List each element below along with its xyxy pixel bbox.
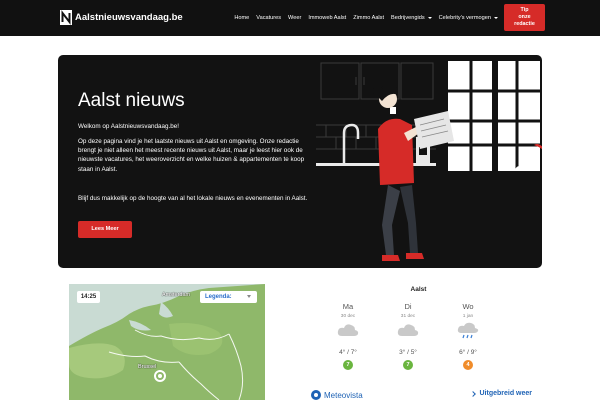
map-label-amsterdam: Amsterdam — [162, 292, 191, 298]
woman-reading-newspaper-illustration — [316, 61, 542, 261]
weather-score-badge: 4 — [463, 360, 473, 370]
menu-label: Immoweb Aalst — [308, 15, 347, 21]
meteovista-logo-icon — [311, 390, 321, 400]
forecast-day: Wo 1 jan 6° / 9° 4 — [438, 302, 498, 370]
menu-item-immoweb[interactable]: Immoweb Aalst — [308, 15, 346, 21]
forecast-temp: 4° / 7° — [339, 349, 357, 356]
forecast-temp: 3° / 5° — [399, 349, 417, 356]
forecast-date: 30 dec — [340, 314, 356, 319]
logo-n-icon — [60, 10, 72, 25]
weather-forecast-widget: Aalst Ma 30 dec 4° / 7° 7 Di 31 dec 3° /… — [305, 284, 532, 400]
site-brand[interactable]: Aalstnieuwsvandaag.be — [60, 10, 183, 25]
legend-dropdown[interactable]: Legenda: — [200, 291, 257, 303]
hero-banner: Aalst nieuws Welkom op Aalstnieuwsvandaa… — [58, 55, 542, 268]
forecast-temp: 6° / 9° — [459, 349, 477, 356]
tip-line: redactie — [514, 21, 535, 27]
menu-item-vacatures[interactable]: Vacatures — [256, 15, 281, 21]
weather-score-badge: 7 — [403, 360, 413, 370]
forecast-date: 1 jan — [462, 314, 474, 319]
extended-weather-label: Uitgebreid weer — [479, 390, 532, 397]
tip-line: Tip — [520, 7, 529, 13]
menu-label: Celebrity's vermogen — [438, 15, 491, 21]
menu-item-bedrijvengids[interactable]: Bedrijvengids — [391, 15, 432, 21]
hero-title: Aalst nieuws — [78, 90, 185, 111]
top-navigation: Aalstnieuwsvandaag.be Home Vacatures Wee… — [0, 0, 600, 36]
cloud-icon — [397, 324, 419, 336]
tip-line: onze — [518, 14, 531, 20]
weather-city: Aalst — [410, 286, 427, 293]
menu-item-zimmo[interactable]: Zimmo Aalst — [353, 15, 384, 21]
weather-radar-map[interactable]: 14:25 Legenda: Amsterdam Brussel — [69, 284, 265, 400]
menu-item-celebrity[interactable]: Celebrity's vermogen — [439, 15, 498, 21]
forecast-day-name: Di — [404, 302, 412, 311]
chevron-down-icon — [247, 295, 251, 298]
rain-cloud-icon — [457, 322, 479, 339]
meteovista-brand[interactable]: Meteovista — [311, 390, 363, 400]
menu-label: Vacatures — [256, 15, 282, 21]
menu-label: Zimmo Aalst — [353, 15, 385, 21]
radar-time: 14:25 — [77, 291, 100, 303]
caret-down-icon — [427, 17, 432, 19]
forecast-day-name: Wo — [462, 302, 474, 311]
hero-welcome: Welkom op Aalstnieuwsvandaag.be! — [78, 123, 180, 130]
legend-label: Legenda: — [205, 294, 232, 300]
meteovista-label: Meteovista — [324, 390, 363, 400]
forecast-date: 31 dec — [400, 314, 416, 319]
menu-label: Bedrijvengids — [391, 15, 425, 21]
site-name: Aalstnieuwsvandaag.be — [75, 12, 183, 23]
forecast-day: Ma 30 dec 4° / 7° 7 — [318, 302, 378, 370]
main-menu: Home Vacatures Weer Immoweb Aalst Zimmo … — [227, 0, 498, 36]
cloud-icon — [337, 324, 359, 336]
tip-redactie-button[interactable]: Tip onze redactie — [504, 4, 545, 31]
hero-intro: Op deze pagina vind je het laatste nieuw… — [78, 138, 305, 173]
caret-down-icon — [494, 17, 498, 19]
menu-label: Weer — [288, 15, 302, 21]
menu-item-weer[interactable]: Weer — [288, 15, 301, 21]
extended-weather-link[interactable]: Uitgebreid weer — [470, 390, 532, 397]
forecast-day: Di 31 dec 3° / 5° 7 — [378, 302, 438, 370]
hero-outro: Blijf dus makkelijk op de hoogte van al … — [78, 195, 308, 202]
chevron-right-icon — [470, 390, 477, 397]
weather-score-badge: 7 — [343, 360, 353, 370]
read-more-button[interactable]: Lees Meer — [78, 221, 132, 238]
menu-label: Home — [234, 15, 250, 21]
forecast-day-name: Ma — [342, 302, 354, 311]
menu-item-home[interactable]: Home — [234, 15, 249, 21]
map-label-brussel: Brussel — [138, 364, 157, 370]
